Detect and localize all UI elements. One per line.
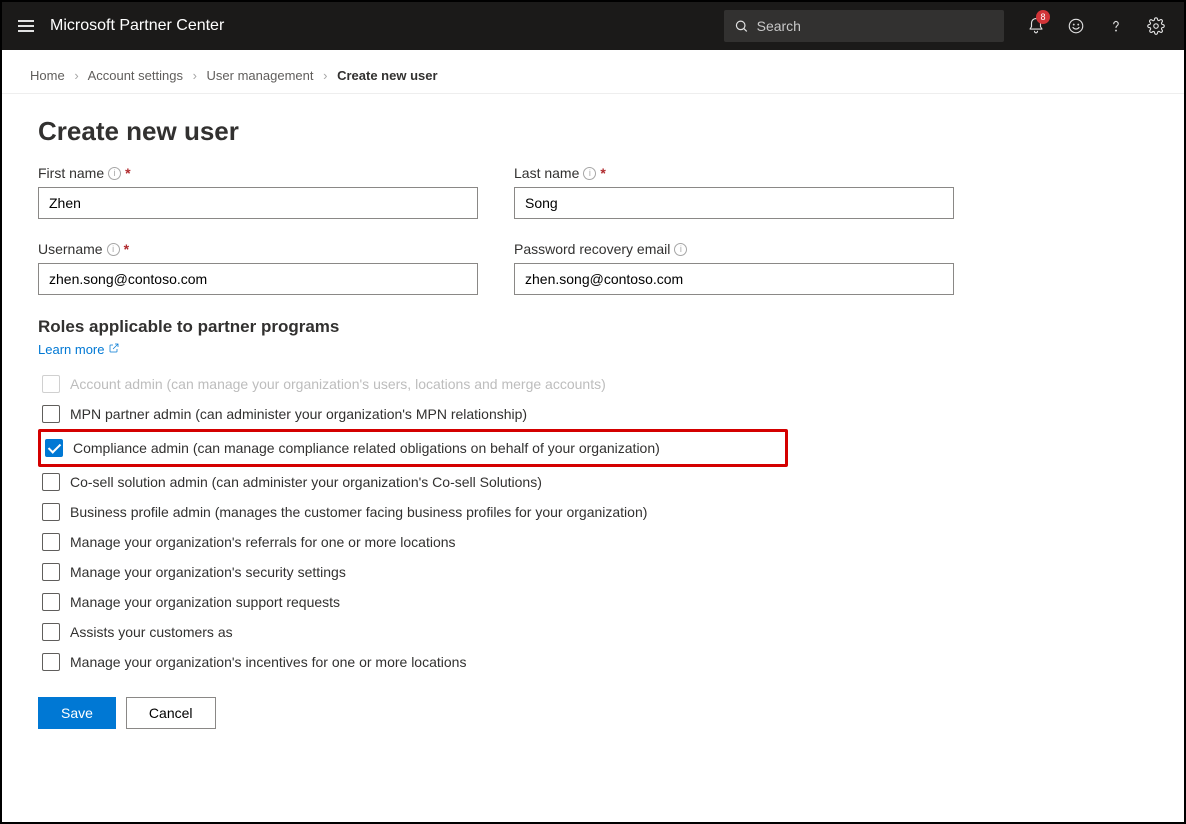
name-row: First name i * Last name i * bbox=[38, 165, 1148, 219]
last-name-label: Last name i * bbox=[514, 165, 954, 181]
top-header: Microsoft Partner Center 8 bbox=[2, 2, 1184, 50]
info-icon[interactable]: i bbox=[583, 167, 596, 180]
role-label: Co-sell solution admin (can administer y… bbox=[70, 474, 542, 490]
role-label: Manage your organization support request… bbox=[70, 594, 340, 610]
help-button[interactable] bbox=[1096, 2, 1136, 50]
role-label: Assists your customers as bbox=[70, 624, 233, 640]
hamburger-menu-button[interactable] bbox=[10, 10, 42, 42]
role-label: Manage your organization's referrals for… bbox=[70, 534, 456, 550]
role-checkbox[interactable] bbox=[42, 503, 60, 521]
username-label: Username i * bbox=[38, 241, 478, 257]
last-name-field: Last name i * bbox=[514, 165, 954, 219]
recovery-email-label: Password recovery email i bbox=[514, 241, 954, 257]
role-checkbox[interactable] bbox=[42, 533, 60, 551]
credentials-row: Username i * Password recovery email i bbox=[38, 241, 1148, 295]
role-row: Manage your organization's security sett… bbox=[38, 557, 1148, 587]
role-checkbox[interactable] bbox=[45, 439, 63, 457]
search-input[interactable] bbox=[757, 18, 994, 34]
required-indicator: * bbox=[125, 165, 130, 181]
role-row: Account admin (can manage your organizat… bbox=[38, 369, 1148, 399]
chevron-right-icon: › bbox=[193, 68, 197, 83]
role-checkbox[interactable] bbox=[42, 593, 60, 611]
recovery-email-field: Password recovery email i bbox=[514, 241, 954, 295]
roles-list: Account admin (can manage your organizat… bbox=[38, 369, 1148, 677]
breadcrumb-user-management[interactable]: User management bbox=[207, 68, 314, 83]
info-icon[interactable]: i bbox=[107, 243, 120, 256]
action-bar: Save Cancel bbox=[38, 697, 1148, 729]
recovery-email-input[interactable] bbox=[514, 263, 954, 295]
app-title: Microsoft Partner Center bbox=[50, 17, 224, 35]
role-row: Business profile admin (manages the cust… bbox=[38, 497, 1148, 527]
role-label: Compliance admin (can manage compliance … bbox=[73, 440, 660, 456]
question-icon bbox=[1107, 17, 1125, 35]
role-label: Manage your organization's security sett… bbox=[70, 564, 346, 580]
role-checkbox[interactable] bbox=[42, 623, 60, 641]
chevron-right-icon: › bbox=[74, 68, 78, 83]
role-checkbox[interactable] bbox=[42, 375, 60, 393]
page-title: Create new user bbox=[38, 116, 1148, 147]
role-checkbox[interactable] bbox=[42, 473, 60, 491]
role-row: Assists your customers as bbox=[38, 617, 1148, 647]
required-indicator: * bbox=[124, 241, 129, 257]
info-icon[interactable]: i bbox=[674, 243, 687, 256]
role-row: MPN partner admin (can administer your o… bbox=[38, 399, 1148, 429]
roles-section-title: Roles applicable to partner programs bbox=[38, 317, 1148, 337]
learn-more-link[interactable]: Learn more bbox=[38, 342, 120, 357]
breadcrumb-home[interactable]: Home bbox=[30, 68, 65, 83]
username-field: Username i * bbox=[38, 241, 478, 295]
hamburger-icon bbox=[18, 25, 34, 27]
role-row: Manage your organization support request… bbox=[38, 587, 1148, 617]
notification-badge: 8 bbox=[1036, 10, 1050, 24]
role-row: Co-sell solution admin (can administer y… bbox=[38, 467, 1148, 497]
role-row: Manage your organization's incentives fo… bbox=[38, 647, 1148, 677]
settings-button[interactable] bbox=[1136, 2, 1176, 50]
smiley-icon bbox=[1067, 17, 1085, 35]
feedback-button[interactable] bbox=[1056, 2, 1096, 50]
cancel-button[interactable]: Cancel bbox=[126, 697, 216, 729]
role-row: Compliance admin (can manage compliance … bbox=[38, 429, 788, 467]
first-name-label: First name i * bbox=[38, 165, 478, 181]
main-content: Create new user First name i * Last name… bbox=[2, 94, 1184, 751]
role-checkbox[interactable] bbox=[42, 405, 60, 423]
breadcrumb: Home › Account settings › User managemen… bbox=[2, 50, 1184, 94]
role-label: MPN partner admin (can administer your o… bbox=[70, 406, 527, 422]
role-label: Account admin (can manage your organizat… bbox=[70, 376, 606, 392]
role-row: Manage your organization's referrals for… bbox=[38, 527, 1148, 557]
gear-icon bbox=[1147, 17, 1165, 35]
search-box[interactable] bbox=[724, 10, 1004, 42]
role-label: Business profile admin (manages the cust… bbox=[70, 504, 647, 520]
breadcrumb-current: Create new user bbox=[337, 68, 437, 83]
info-icon[interactable]: i bbox=[108, 167, 121, 180]
first-name-input[interactable] bbox=[38, 187, 478, 219]
role-checkbox[interactable] bbox=[42, 653, 60, 671]
save-button[interactable]: Save bbox=[38, 697, 116, 729]
required-indicator: * bbox=[600, 165, 605, 181]
first-name-field: First name i * bbox=[38, 165, 478, 219]
role-label: Manage your organization's incentives fo… bbox=[70, 654, 466, 670]
chevron-right-icon: › bbox=[323, 68, 327, 83]
external-link-icon bbox=[108, 342, 120, 357]
breadcrumb-account-settings[interactable]: Account settings bbox=[88, 68, 183, 83]
search-icon bbox=[734, 18, 749, 34]
role-checkbox[interactable] bbox=[42, 563, 60, 581]
username-input[interactable] bbox=[38, 263, 478, 295]
notifications-button[interactable]: 8 bbox=[1016, 2, 1056, 50]
last-name-input[interactable] bbox=[514, 187, 954, 219]
